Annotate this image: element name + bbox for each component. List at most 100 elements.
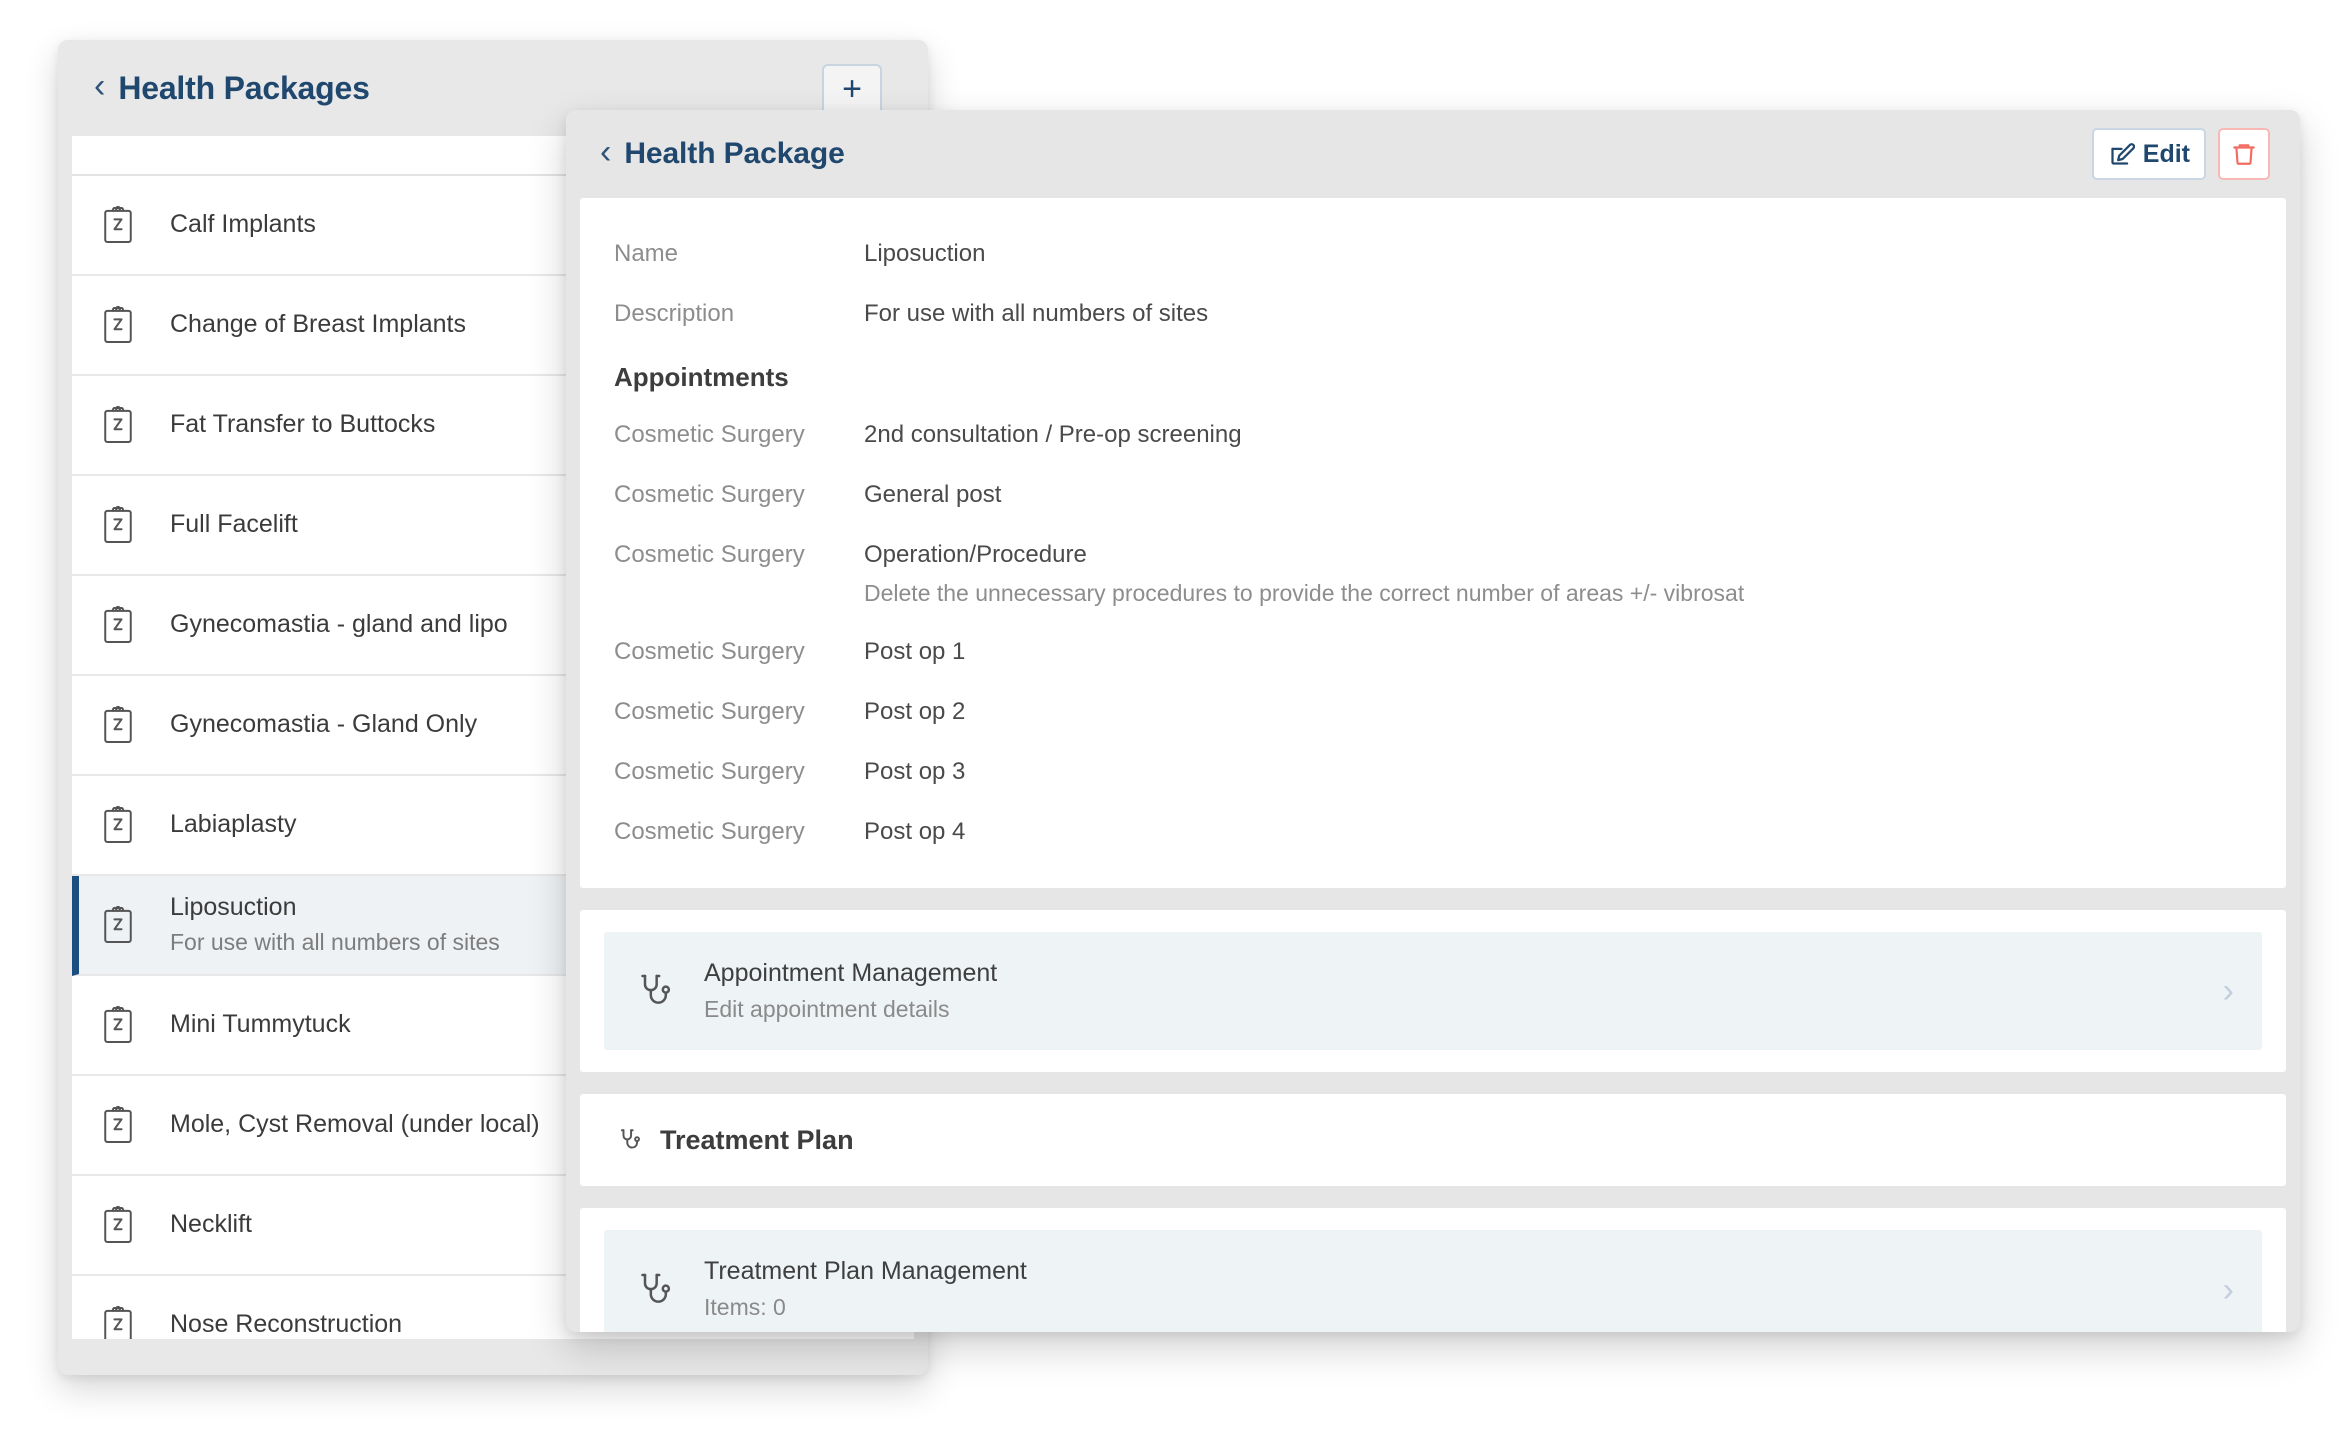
detail-field-label: Name: [614, 240, 679, 267]
clipboard-medical-icon: [96, 403, 140, 447]
page-title: Health Packages: [118, 69, 370, 106]
list-item-texts: Labiaplasty: [170, 809, 296, 840]
list-item-label: Change of Breast Implants: [170, 310, 466, 339]
list-item-label: Calf Implants: [170, 210, 316, 239]
edit-button-label: Edit: [2142, 139, 2190, 168]
appointment-row-value-main: Operation/Procedure: [864, 541, 1087, 568]
list-item-texts: Calf Implants: [170, 209, 316, 240]
appointment-row-value-main: Post op 4: [864, 818, 966, 846]
list-item-label: Mini Tummytuck: [170, 1010, 351, 1039]
clipboard-medical-icon: [96, 1203, 140, 1247]
list-item-label: Gynecomastia - gland and lipo: [170, 610, 508, 639]
trash-icon: [2231, 141, 2257, 167]
list-item-texts: Gynecomastia - gland and lipo: [170, 609, 508, 640]
list-item-texts: Mini Tummytuck: [170, 1009, 351, 1040]
list-item-texts: Change of Breast Implants: [170, 309, 466, 340]
list-item-label: Mole, Cyst Removal (under local): [170, 1110, 540, 1139]
clipboard-medical-icon: [96, 603, 140, 647]
appointment-row-value-sub: Delete the unnecessary procedures to pro…: [864, 580, 1745, 606]
appointment-row-value-main: Post op 1: [864, 638, 966, 666]
appointment-row-value: Post op 3: [864, 754, 965, 790]
list-item-texts: Nose Reconstruction: [170, 1309, 402, 1339]
appointment-row-label: Cosmetic Surgery: [614, 481, 805, 508]
stethoscope-icon: [614, 1124, 646, 1156]
list-item-texts: Full Facelift: [170, 509, 298, 540]
appointment-row: Cosmetic Surgery Post op 4: [580, 802, 2286, 862]
clipboard-medical-icon: [96, 803, 140, 847]
detail-field-value-main: Liposuction: [864, 240, 986, 267]
chevron-left-icon[interactable]: ‹: [94, 69, 105, 103]
appointment-row-value: Post op 2: [864, 694, 965, 730]
delete-button[interactable]: [2218, 128, 2270, 180]
appointment-row-value: General post: [864, 477, 1001, 513]
clipboard-medical-icon: [96, 1103, 140, 1147]
appointment-row-label: Cosmetic Surgery: [614, 638, 805, 666]
detail-title: Health Package: [624, 137, 845, 170]
list-item-label: Full Facelift: [170, 510, 298, 539]
appointment-row-value: Post op 1: [864, 634, 965, 670]
appointment-row: Cosmetic Surgery Post op 3: [580, 742, 2286, 802]
plus-icon: +: [842, 70, 862, 108]
chevron-right-icon[interactable]: ›: [2223, 1273, 2234, 1307]
appointment-row-label: Cosmetic Surgery: [614, 698, 805, 726]
appointments-list: Cosmetic Surgery 2nd consultation / Pre-o…: [580, 405, 2286, 862]
appointment-row-label: Cosmetic Surgery: [614, 758, 805, 786]
clipboard-medical-icon: [96, 903, 140, 947]
appointment-row: Cosmetic Surgery Post op 1: [580, 622, 2286, 682]
clipboard-medical-icon: [96, 503, 140, 547]
treatment-plan-management-row[interactable]: Treatment Plan Management Items: 0 ›: [604, 1230, 2262, 1332]
chevron-right-icon[interactable]: ›: [2223, 974, 2234, 1008]
health-package-detail-card: ‹ Health Package Edit Name Liposuction D…: [566, 110, 2300, 1332]
detail-field-value-main: For use with all numbers of sites: [864, 300, 1209, 327]
add-package-button[interactable]: +: [822, 64, 882, 116]
detail-body: Name Liposuction Description For use with a…: [580, 198, 2286, 1332]
app-root: ‹ Health Packages + Calf Implants Change …: [0, 0, 2352, 1432]
appointment-row-value-main: General post: [864, 481, 1002, 508]
treatment-plan-management-panel: Treatment Plan Management Items: 0 ›: [580, 1208, 2286, 1332]
appointment-row: Cosmetic Surgery Post op 2: [580, 682, 2286, 742]
appointment-row: Cosmetic Surgery 2nd consultation / Pre-o…: [580, 405, 2286, 465]
clipboard-medical-icon: [96, 703, 140, 747]
appointments-heading: Appointments: [614, 362, 789, 392]
appointment-row-value-main: 2nd consultation / Pre-op screening: [864, 421, 1242, 448]
chevron-left-icon[interactable]: ‹: [600, 135, 611, 169]
stethoscope-icon: [632, 968, 678, 1014]
appointment-row-label: Cosmetic Surgery: [614, 421, 805, 448]
list-item-texts: Liposuction For use with all numbers of s…: [170, 892, 500, 958]
list-item-label: Gynecomastia - Gland Only: [170, 710, 478, 739]
package-fields: Name Liposuction Description For use with a…: [580, 224, 2286, 344]
list-item-texts: Necklift: [170, 1209, 252, 1240]
detail-field: Description For use with all numbers of s…: [580, 284, 2286, 344]
list-item-label: Nose Reconstruction: [170, 1310, 403, 1339]
list-item-texts: Gynecomastia - Gland Only: [170, 709, 477, 740]
edit-pencil-icon: [2108, 141, 2135, 168]
header-actions: Edit: [2091, 128, 2270, 180]
appointment-management-row[interactable]: Appointment Management Edit appointment …: [604, 932, 2262, 1051]
appointment-row-value-main: Post op 2: [864, 698, 966, 726]
appointment-row-label: Cosmetic Surgery: [614, 818, 805, 846]
list-item-label: Liposuction: [170, 892, 297, 921]
stethoscope-icon: [632, 1267, 678, 1313]
detail-field-value: For use with all numbers of sites: [864, 296, 1208, 332]
appointment-management-panel: Appointment Management Edit appointment …: [580, 910, 2286, 1073]
appointment-management-sub: Edit appointment details: [704, 995, 950, 1022]
treatment-plan-heading: Treatment Plan: [660, 1124, 854, 1155]
treatment-plan-management-title: Treatment Plan Management: [704, 1257, 1027, 1286]
appointment-management-texts: Appointment Management Edit appointment …: [704, 958, 997, 1024]
treatment-plan-heading-panel: Treatment Plan: [580, 1094, 2286, 1187]
clipboard-medical-icon: [96, 203, 140, 247]
list-item-label: Fat Transfer to Buttocks: [170, 410, 436, 439]
appointment-management-title: Appointment Management: [704, 959, 998, 988]
list-item-label: Labiaplasty: [170, 810, 297, 839]
detail-header: ‹ Health Package Edit: [566, 110, 2300, 198]
package-info-panel: Name Liposuction Description For use with a…: [580, 198, 2286, 889]
edit-button[interactable]: Edit: [2091, 128, 2206, 180]
list-item-texts: Mole, Cyst Removal (under local): [170, 1109, 540, 1140]
clipboard-medical-icon: [96, 1003, 140, 1047]
clipboard-medical-icon: [96, 303, 140, 347]
treatment-plan-management-texts: Treatment Plan Management Items: 0: [704, 1256, 1027, 1322]
appointment-row: Cosmetic Surgery General post: [580, 465, 2286, 525]
detail-field-label: Description: [614, 300, 735, 327]
list-item-texts: Fat Transfer to Buttocks: [170, 409, 435, 440]
appointment-row-value: Operation/Procedure Delete the unnecessar…: [864, 537, 1744, 610]
